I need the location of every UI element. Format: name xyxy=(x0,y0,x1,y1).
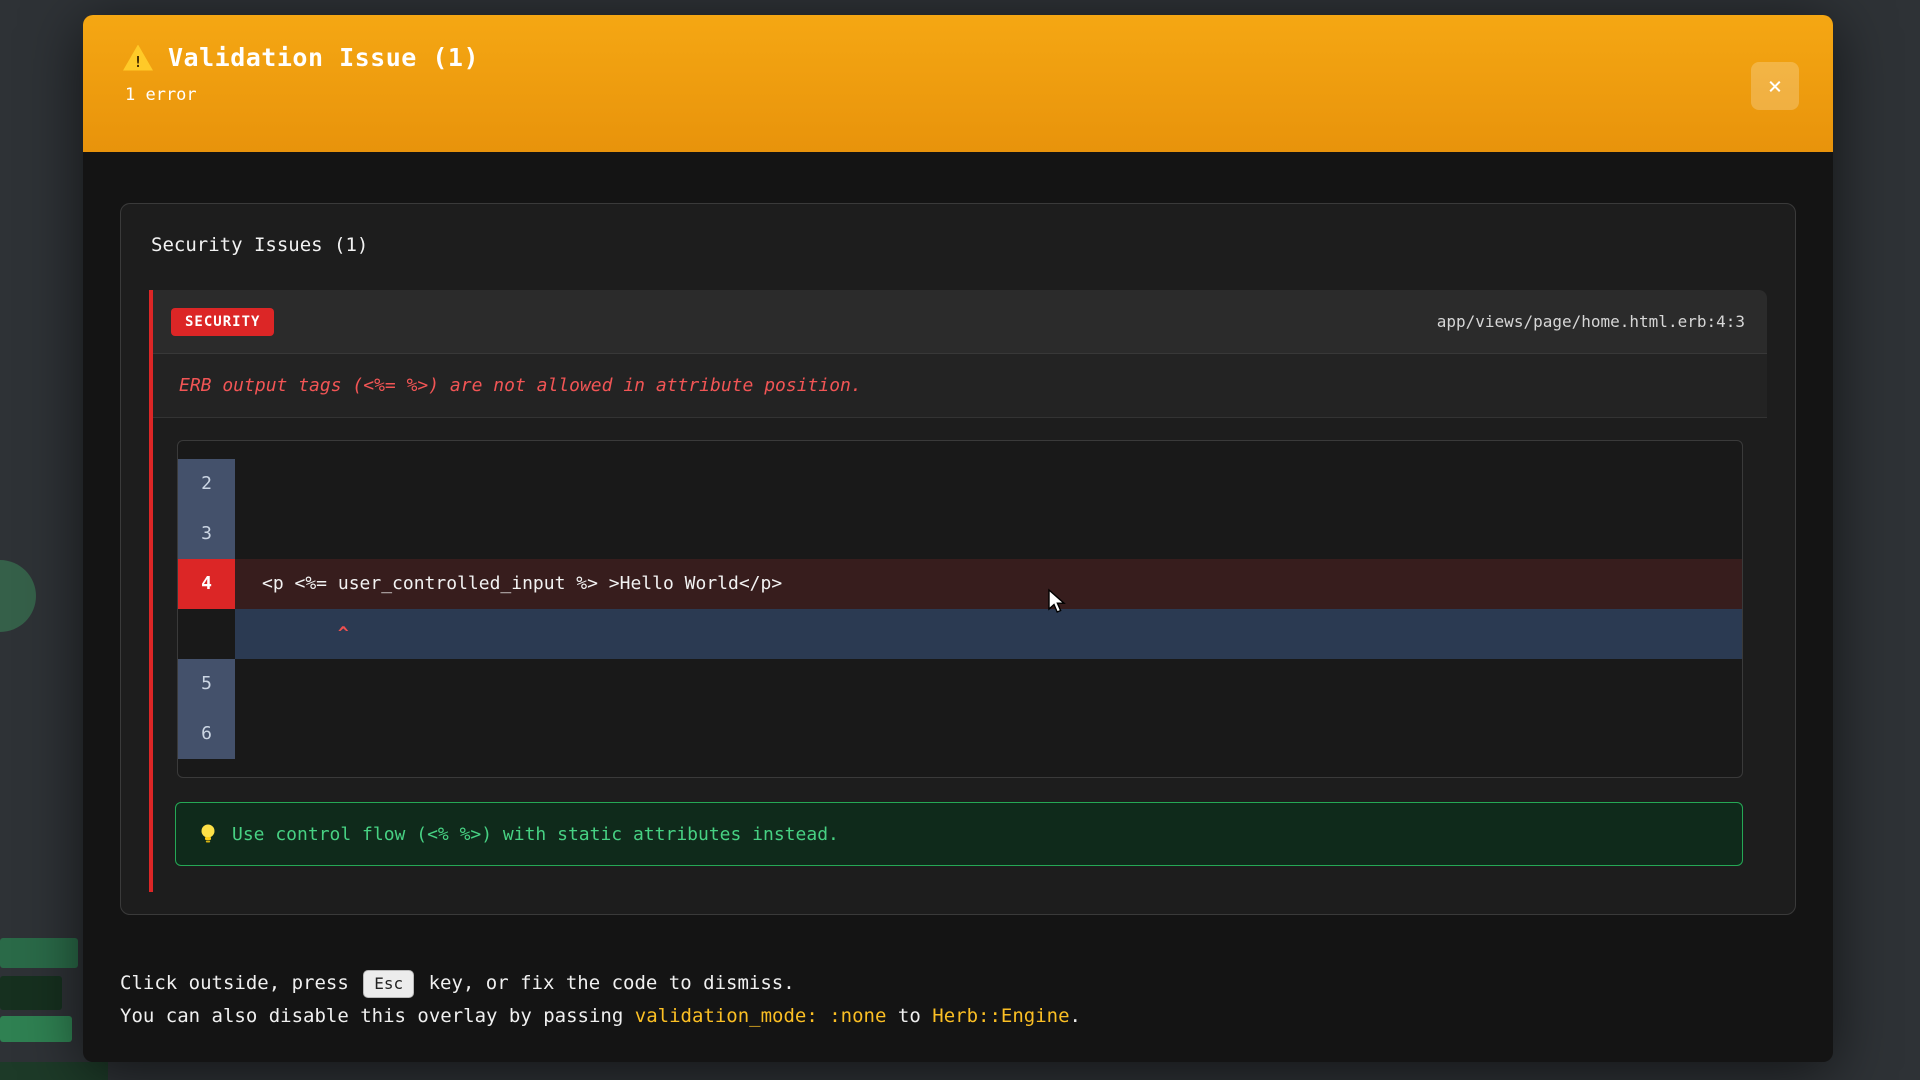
security-issues-panel: Security Issues (1) SECURITY app/views/p… xyxy=(120,203,1796,915)
overlay-header: Validation Issue (1) 1 error × xyxy=(83,15,1833,152)
file-location: app/views/page/home.html.erb:4:3 xyxy=(1437,312,1745,331)
error-count: 1 error xyxy=(125,85,1793,105)
issue-card: SECURITY app/views/page/home.html.erb:4:… xyxy=(149,290,1767,892)
line-number xyxy=(178,609,235,659)
line-number: 3 xyxy=(178,509,235,559)
validation-mode-code: validation_mode: :none xyxy=(635,1005,887,1027)
caret-line: ^ xyxy=(178,609,1742,659)
dismiss-text: Click outside, press xyxy=(120,972,349,994)
error-message: ERB output tags (<%= %>) are not allowed… xyxy=(153,354,1767,418)
dismiss-line-2: You can also disable this overlay by pas… xyxy=(120,1000,1796,1033)
code-line: 5 xyxy=(178,659,1742,709)
background-artifact xyxy=(0,1062,108,1080)
issue-header: SECURITY app/views/page/home.html.erb:4:… xyxy=(153,290,1767,354)
dismiss-text: . xyxy=(1070,1005,1081,1027)
dismiss-line-1: Click outside, press Esc key, or fix the… xyxy=(120,967,1796,1000)
warning-icon xyxy=(123,45,153,71)
code-line: 3 xyxy=(178,509,1742,559)
code-text xyxy=(235,659,1742,709)
code-line: 2 xyxy=(178,459,1742,509)
dismiss-text: to xyxy=(898,1005,921,1027)
background-artifact xyxy=(0,938,78,968)
code-line: 6 xyxy=(178,709,1742,759)
background-artifact xyxy=(0,976,62,1010)
suggestion-text: Use control flow (<% %>) with static att… xyxy=(232,824,839,845)
panel-title: Security Issues (1) xyxy=(151,234,1767,256)
esc-key: Esc xyxy=(363,970,414,998)
line-number: 6 xyxy=(178,709,235,759)
dismiss-text: key, or fix the code to dismiss. xyxy=(429,972,795,994)
lightbulb-icon xyxy=(198,823,218,845)
line-number: 5 xyxy=(178,659,235,709)
code-text xyxy=(235,459,1742,509)
code-line-highlighted: 4 <p <%= user_controlled_input %> >Hello… xyxy=(178,559,1742,609)
security-badge: SECURITY xyxy=(171,308,274,336)
overlay-title: Validation Issue (1) xyxy=(168,43,479,72)
code-text xyxy=(235,709,1742,759)
background-artifact xyxy=(0,560,36,632)
close-button[interactable]: × xyxy=(1751,62,1799,110)
overlay-body: Security Issues (1) SECURITY app/views/p… xyxy=(83,152,1833,1033)
dismiss-text: You can also disable this overlay by pas… xyxy=(120,1005,623,1027)
line-number: 2 xyxy=(178,459,235,509)
code-text: <p <%= user_controlled_input %> >Hello W… xyxy=(235,559,1742,609)
suggestion-box: Use control flow (<% %>) with static att… xyxy=(175,802,1743,866)
background-artifact xyxy=(0,1016,72,1042)
line-number: 4 xyxy=(178,559,235,609)
caret-marker: ^ xyxy=(235,609,1742,659)
dismiss-instructions: Click outside, press Esc key, or fix the… xyxy=(120,967,1796,1033)
code-snippet: 2 3 4 <p <%= user_controlled_input %> >H… xyxy=(177,440,1743,778)
validation-overlay: Validation Issue (1) 1 error × Security … xyxy=(83,15,1833,1062)
herb-engine-code: Herb::Engine xyxy=(932,1005,1069,1027)
code-text xyxy=(235,509,1742,559)
